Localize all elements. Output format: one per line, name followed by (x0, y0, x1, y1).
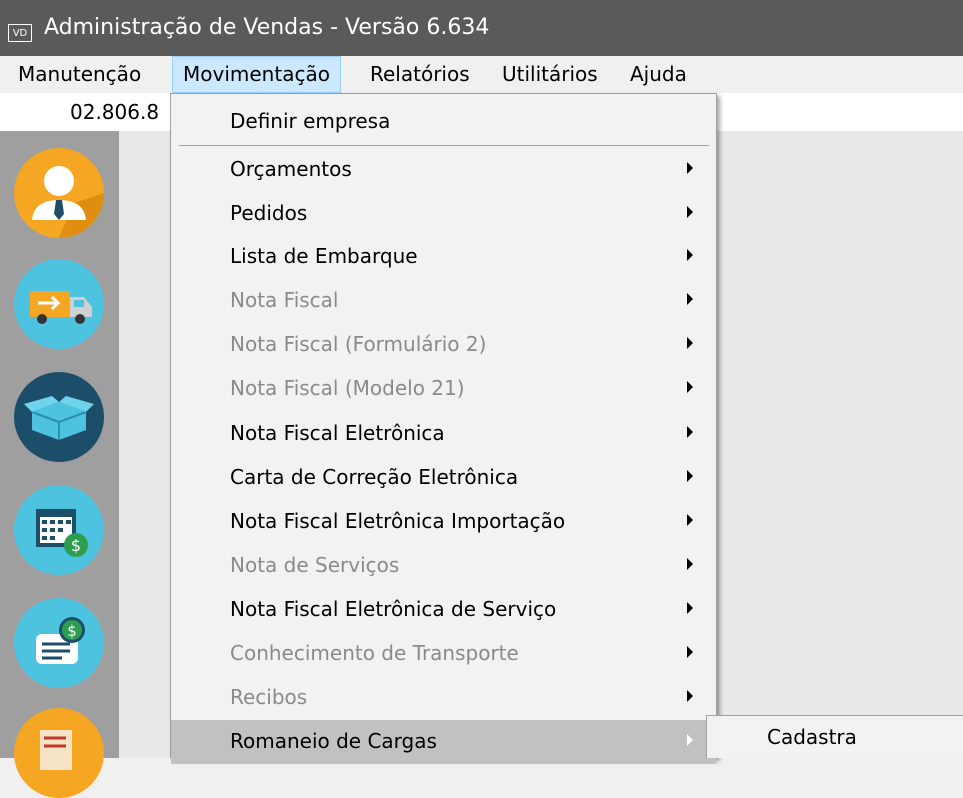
menu-item-label: Pedidos (230, 201, 308, 225)
sidebar-button-schedule[interactable]: $ (14, 485, 104, 575)
menu-item-romaneio-cargas[interactable]: Romaneio de Cargas (171, 720, 716, 764)
submenu-arrow-icon (687, 249, 693, 261)
menu-item-label: Nota Fiscal Eletrônica Importação (230, 509, 566, 533)
submenu-arrow-icon (687, 734, 693, 746)
document-scroll-icon (14, 708, 104, 798)
menu-relatorios[interactable]: Relatórios (360, 56, 480, 93)
user-icon (14, 148, 104, 238)
menu-separator (179, 145, 709, 146)
menu-item-orcamentos[interactable]: Orçamentos (171, 148, 716, 192)
menu-item-nota-fiscal-modelo-21: Nota Fiscal (Modelo 21) (171, 367, 716, 411)
submenu-item-cadastra[interactable]: Cadastra (767, 725, 857, 749)
menu-item-nota-fiscal-eletronica[interactable]: Nota Fiscal Eletrônica (171, 412, 716, 456)
window-title: Administração de Vendas - Versão 6.634 (44, 15, 490, 40)
menu-item-label: Nota Fiscal (Formulário 2) (230, 332, 487, 356)
menu-item-label: Orçamentos (230, 157, 352, 181)
menu-item-label: Nota Fiscal (230, 288, 339, 312)
calendar-money-icon: $ (14, 485, 104, 575)
submenu-arrow-icon (687, 558, 693, 570)
submenu-arrow-icon (687, 426, 693, 438)
submenu-arrow-icon (687, 646, 693, 658)
app-icon: VD (8, 24, 32, 42)
menu-item-recibos: Recibos (171, 676, 716, 720)
menu-item-pedidos[interactable]: Pedidos (171, 192, 716, 236)
menu-item-label: Nota Fiscal Eletrônica de Serviço (230, 597, 557, 621)
menu-utilitarios[interactable]: Utilitários (492, 56, 608, 93)
menu-item-carta-correcao-eletronica[interactable]: Carta de Correção Eletrônica (171, 456, 716, 500)
svg-text:$: $ (71, 536, 81, 555)
submenu-arrow-icon (687, 470, 693, 482)
sidebar-button-clients[interactable] (14, 148, 104, 238)
menu-movimentacao[interactable]: Movimentação (172, 56, 341, 93)
submenu-arrow-icon (687, 206, 693, 218)
menu-item-label: Romaneio de Cargas (230, 729, 437, 753)
menu-item-label: Carta de Correção Eletrônica (230, 465, 519, 489)
menu-item-label: Conhecimento de Transporte (230, 641, 519, 665)
submenu-arrow-icon (687, 162, 693, 174)
submenu-arrow-icon (687, 293, 693, 305)
menu-ajuda[interactable]: Ajuda (620, 56, 697, 93)
menu-manutencao[interactable]: Manutenção (8, 56, 151, 93)
submenu-arrow-icon (687, 337, 693, 349)
invoice-money-icon: $ (14, 598, 104, 688)
menu-item-nota-fiscal: Nota Fiscal (171, 279, 716, 323)
movimentacao-dropdown: Definir empresa Orçamentos Pedidos Lista… (170, 93, 717, 764)
menu-item-definir-empresa[interactable]: Definir empresa (171, 100, 716, 144)
menu-item-label: Lista de Embarque (230, 244, 418, 268)
title-bar: VD Administração de Vendas - Versão 6.63… (0, 0, 963, 56)
sidebar-button-billing[interactable]: $ (14, 598, 104, 688)
menu-item-label: Nota Fiscal Eletrônica (230, 421, 445, 445)
menu-item-conhecimento-transporte: Conhecimento de Transporte (171, 632, 716, 676)
svg-text:$: $ (67, 622, 77, 640)
menu-item-lista-embarque[interactable]: Lista de Embarque (171, 235, 716, 279)
sidebar-button-products[interactable] (14, 372, 104, 462)
submenu-arrow-icon (687, 602, 693, 614)
menu-item-nota-servicos: Nota de Serviços (171, 544, 716, 588)
submenu-arrow-icon (687, 690, 693, 702)
menu-item-label: Nota de Serviços (230, 553, 400, 577)
company-code: 02.806.8 (70, 100, 160, 124)
sidebar: $ $ (0, 131, 119, 798)
sidebar-button-documents[interactable] (14, 708, 104, 798)
delivery-truck-icon (14, 259, 104, 349)
menu-item-nota-fiscal-formulario-2: Nota Fiscal (Formulário 2) (171, 323, 716, 367)
romaneio-submenu: Cadastra (706, 715, 963, 758)
submenu-arrow-icon (687, 514, 693, 526)
box-icon (14, 372, 104, 462)
menu-item-label: Recibos (230, 685, 308, 709)
menu-item-label: Nota Fiscal (Modelo 21) (230, 376, 465, 400)
sidebar-button-delivery[interactable] (14, 259, 104, 349)
menu-item-label: Definir empresa (230, 109, 391, 133)
menu-item-nfe-importacao[interactable]: Nota Fiscal Eletrônica Importação (171, 500, 716, 544)
menu-bar: Manutenção Movimentação Relatórios Utili… (0, 56, 963, 93)
menu-item-nfe-servico[interactable]: Nota Fiscal Eletrônica de Serviço (171, 588, 716, 632)
submenu-arrow-icon (687, 381, 693, 393)
